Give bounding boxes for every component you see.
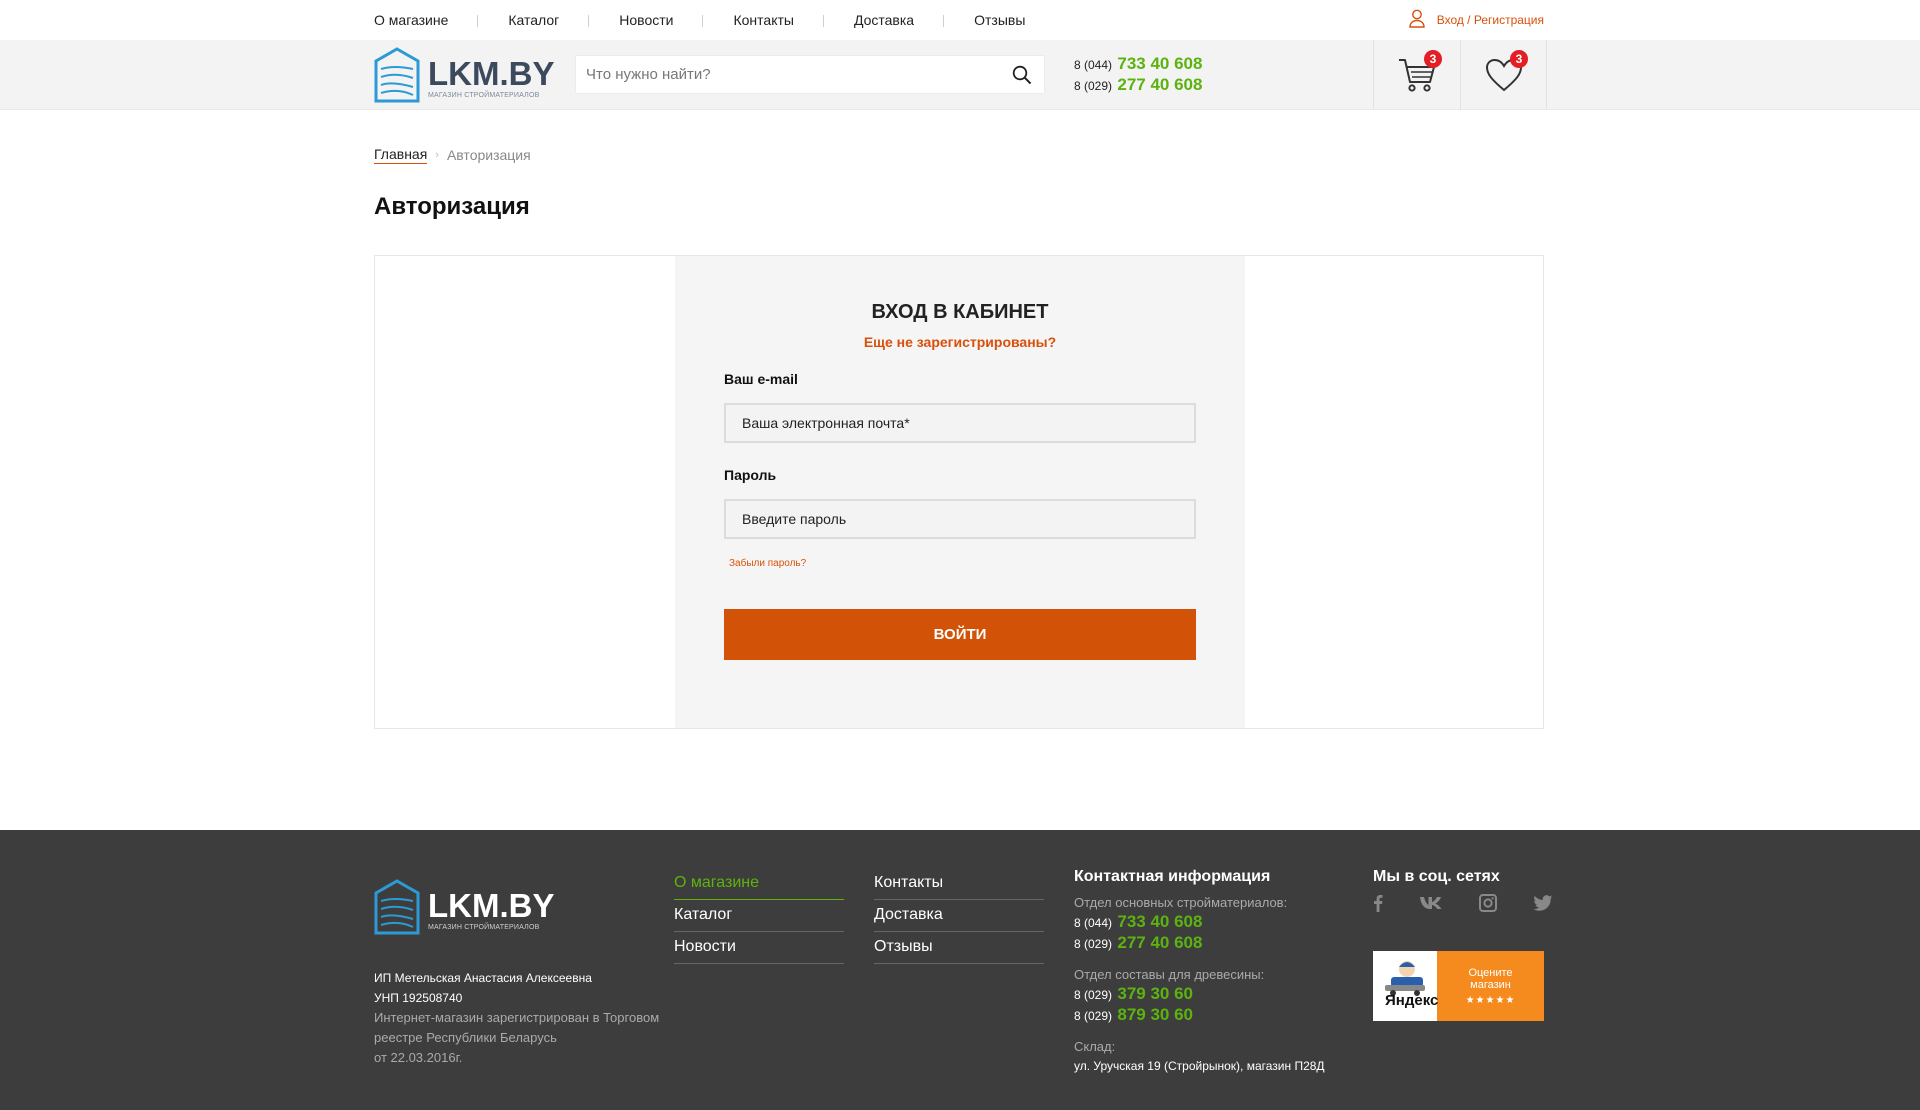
warehouse-address: ул. Уручская 19 (Стройрынок), магазин П2… xyxy=(1074,1059,1325,1073)
footer-menu-news[interactable]: Новости xyxy=(674,932,844,964)
logo-subtitle: МАГАЗИН СТРОЙМАТЕРИАЛОВ xyxy=(428,91,540,99)
login-submit-button[interactable]: ВОЙТИ xyxy=(724,609,1196,660)
search-icon xyxy=(1012,65,1032,84)
wishlist-count-badge: 3 xyxy=(1510,50,1528,68)
footer-logo-title: LKM.BY xyxy=(428,886,555,924)
footer-contacts: Контактная информация Отдел основных стр… xyxy=(1074,868,1334,1088)
dept1-label: Отдел основных стройматериалов: xyxy=(1074,895,1288,910)
login-panel: ВХОД В КАБИНЕТ Еще не зарегистрированы? … xyxy=(374,255,1544,729)
search-bar xyxy=(575,55,1045,94)
logo-title: LKM.BY xyxy=(428,54,555,92)
footer-menu-reviews[interactable]: Отзывы xyxy=(874,932,1044,964)
wishlist-button[interactable]: 3 xyxy=(1460,40,1547,110)
topnav-item-contacts[interactable]: Контакты xyxy=(733,0,825,40)
warehouse-label: Склад: xyxy=(1074,1039,1116,1054)
warehouse: Склад: ул. Уручская 19 (Стройрынок), маг… xyxy=(1074,1038,1334,1076)
header-phones: 8 (044) 733 40 608 8 (029) 277 40 608 xyxy=(1074,54,1202,96)
dept-main-materials: Отдел основных стройматериалов: 8 (044) … xyxy=(1074,894,1334,954)
top-menu: О магазине Каталог Новости Контакты Дост… xyxy=(374,0,1085,40)
dept2-phone-2[interactable]: 8 (029) 879 30 60 xyxy=(1074,1005,1334,1026)
footer-menu-about[interactable]: О магазине xyxy=(674,868,844,900)
social-heading: Мы в соц. сетях xyxy=(1373,868,1500,885)
footer-menu-contacts[interactable]: Контакты xyxy=(874,868,1044,900)
cart-button[interactable]: 3 xyxy=(1373,40,1460,110)
login-form-title: ВХОД В КАБИНЕТ xyxy=(871,301,1049,323)
footer-legal-info: ИП Метельская Анастасия Алексеевна УНП 1… xyxy=(374,968,674,1068)
instagram-icon[interactable] xyxy=(1479,894,1497,917)
login-register-label: Вход / Регистрация xyxy=(1436,13,1544,27)
footer-logo[interactable]: LKM.BY МАГАЗИН СТРОЙМАТЕРИАЛОВ xyxy=(374,879,555,940)
user-icon xyxy=(1409,9,1425,31)
twitter-icon[interactable] xyxy=(1533,895,1553,916)
yandex-rating-widget[interactable]: Яндекс Оцените магазин ★★★★★ xyxy=(1373,951,1544,1021)
registry-line-3: от 22.03.2016г. xyxy=(374,1050,463,1065)
password-field[interactable] xyxy=(724,499,1196,539)
breadcrumb-separator: › xyxy=(435,149,439,161)
dept2-label: Отдел составы для древесины: xyxy=(1074,967,1265,982)
legal-unp: УНП 192508740 xyxy=(374,991,463,1005)
email-field[interactable] xyxy=(724,403,1196,443)
contact-heading: Контактная информация xyxy=(1074,868,1271,885)
yandex-rate-line-1: Оцените xyxy=(1468,966,1513,979)
breadcrumb-home[interactable]: Главная xyxy=(374,146,428,164)
yandex-rate-line-2: магазин xyxy=(1470,978,1511,991)
breadcrumb: Главная › Авторизация xyxy=(374,146,1544,164)
breadcrumb-current: Авторизация xyxy=(446,147,531,163)
cart-count-badge: 3 xyxy=(1424,50,1442,68)
login-register-link[interactable]: Вход / Регистрация xyxy=(1409,0,1544,40)
dept1-phone-2[interactable]: 8 (029) 277 40 608 xyxy=(1074,933,1334,954)
email-label: Ваш e-mail xyxy=(724,371,798,387)
register-link[interactable]: Еще не зарегистрированы? xyxy=(675,334,1245,350)
site-footer: LKM.BY МАГАЗИН СТРОЙМАТЕРИАЛОВ ИП Метель… xyxy=(0,830,1920,1110)
login-form: ВХОД В КАБИНЕТ Еще не зарегистрированы? … xyxy=(675,256,1245,728)
footer-menu-catalog[interactable]: Каталог xyxy=(674,900,844,932)
registry-line-2: реестре Республики Беларусь xyxy=(374,1030,557,1045)
logo-icon xyxy=(374,879,420,940)
dept-wood-compounds: Отдел составы для древесины: 8 (029) 379… xyxy=(1074,966,1334,1026)
social-icons xyxy=(1373,894,1553,917)
yandex-label: Яндекс xyxy=(1385,992,1439,1009)
vk-icon[interactable] xyxy=(1419,896,1443,915)
site-header: LKM.BY МАГАЗИН СТРОЙМАТЕРИАЛОВ 8 (044) 7… xyxy=(0,40,1920,110)
legal-name: ИП Метельская Анастасия Алексеевна xyxy=(374,971,592,985)
topnav-item-catalog[interactable]: Каталог xyxy=(508,0,590,40)
facebook-icon[interactable] xyxy=(1373,894,1383,917)
topnav-item-about[interactable]: О магазине xyxy=(374,0,479,40)
footer-menu-col-2: Контакты Доставка Отзывы xyxy=(874,868,1044,964)
top-navigation: О магазине Каталог Новости Контакты Дост… xyxy=(0,0,1920,40)
header-phone-1[interactable]: 8 (044) 733 40 608 xyxy=(1074,54,1202,75)
footer-social: Мы в соц. сетях xyxy=(1373,868,1553,917)
topnav-item-reviews[interactable]: Отзывы xyxy=(974,0,1055,40)
footer-menu-delivery[interactable]: Доставка xyxy=(874,900,1044,932)
password-label: Пароль xyxy=(724,467,777,483)
footer-logo-subtitle: МАГАЗИН СТРОЙМАТЕРИАЛОВ xyxy=(428,923,540,931)
forgot-password-link[interactable]: Забыли пароль? xyxy=(729,558,806,569)
dept1-phone-1[interactable]: 8 (044) 733 40 608 xyxy=(1074,912,1334,933)
search-button[interactable] xyxy=(1000,56,1044,93)
topnav-item-delivery[interactable]: Доставка xyxy=(854,0,945,40)
registry-line-1: Интернет-магазин зарегистрирован в Торго… xyxy=(374,1010,660,1025)
header-phone-2[interactable]: 8 (029) 277 40 608 xyxy=(1074,75,1202,96)
yandex-stars: ★★★★★ xyxy=(1465,994,1516,1006)
logo-icon xyxy=(374,47,420,108)
dept2-phone-1[interactable]: 8 (029) 379 30 60 xyxy=(1074,984,1334,1005)
footer-menu-col-1: О магазине Каталог Новости xyxy=(674,868,844,964)
topnav-item-news[interactable]: Новости xyxy=(619,0,704,40)
search-input[interactable] xyxy=(576,56,1000,93)
page-title: Авторизация xyxy=(374,193,530,220)
site-logo[interactable]: LKM.BY МАГАЗИН СТРОЙМАТЕРИАЛОВ xyxy=(374,47,555,108)
